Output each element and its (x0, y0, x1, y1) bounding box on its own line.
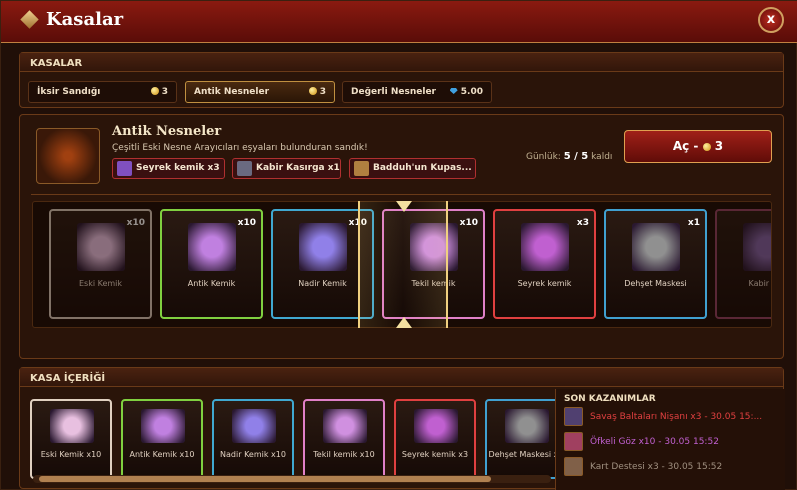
tab-price: 3 (161, 87, 168, 97)
coin-icon (150, 87, 159, 95)
item-icon (323, 409, 367, 443)
tab-price: 3 (319, 87, 326, 97)
recent-wins-panel: SON KAZANIMLAR Savaş Baltaları Nişanı x3… (555, 389, 785, 490)
preview-item[interactable]: Kabir Kasırga x1 (232, 158, 341, 179)
reward-icon (564, 432, 583, 451)
recent-win-text: Savaş Baltaları Nişanı x3 - 30.05 15:... (590, 412, 763, 422)
marker-bottom-icon (396, 317, 412, 328)
horizontal-scrollbar[interactable] (33, 475, 551, 483)
daily-suffix: kaldı (591, 152, 613, 162)
content-header: KASA İÇERİĞİ (20, 368, 783, 387)
close-button[interactable]: x (758, 7, 784, 33)
gem-icon (449, 88, 458, 94)
item-name: Eski Kemik x10 (40, 450, 102, 459)
tab-degerli-nesneler[interactable]: Değerli Nesneler 5.00 (342, 81, 492, 103)
reward-icon (564, 457, 583, 476)
item-icon (299, 223, 347, 271)
item-icon (188, 223, 236, 271)
item-quantity: x10 (237, 218, 256, 228)
item-name: Tekil kemik x10 (313, 450, 375, 459)
chest-name: Antik Nesneler (112, 124, 222, 139)
creature-icon (237, 161, 252, 176)
item-icon (505, 409, 549, 443)
daily-limit: Günlük: 5 / 5 kaldı (526, 151, 612, 162)
item-name: Nadir Kemik x10 (220, 450, 286, 459)
tab-label: Antik Nesneler (194, 87, 270, 97)
diamond-icon (20, 10, 39, 29)
chest-description: Çeşitli Eski Nesne Arayıcıları eşyaları … (112, 143, 368, 153)
item-icon (232, 409, 276, 443)
item-icon (414, 409, 458, 443)
tab-iksir-sandigi[interactable]: İksir Sandığı 3 (28, 81, 177, 103)
content-item[interactable]: Antik Kemik x10 (121, 399, 203, 479)
marker-top-icon (396, 201, 412, 212)
reel-card: x10 Eski Kemik (49, 209, 152, 319)
daily-label: Günlük: (526, 152, 561, 162)
reel-card: x10 Antik Kemik (160, 209, 263, 319)
open-price: 3 (714, 139, 724, 153)
tab-label: Değerli Nesneler (351, 87, 436, 97)
window-title: Kasalar (46, 9, 124, 30)
open-button[interactable]: Aç - 3 (624, 130, 772, 163)
item-quantity: x3 (576, 218, 589, 228)
reel-card: Kabir K... (715, 209, 771, 319)
recent-wins-title: SON KAZANIMLAR (564, 394, 656, 404)
open-label: Aç - (672, 139, 699, 153)
title-bar[interactable]: Kasalar x (1, 1, 797, 43)
item-name: Dehşet Maskesi x1 (488, 450, 564, 459)
recent-win-text: Öfkeli Göz x10 - 30.05 15:52 (590, 437, 719, 447)
item-icon (77, 223, 125, 271)
item-quantity: x10 (459, 218, 478, 228)
content-item[interactable]: Eski Kemik x10 (30, 399, 112, 479)
coin-icon (702, 143, 711, 151)
daily-value: 5 / 5 (563, 151, 589, 162)
chest-icon (36, 128, 100, 184)
cup-icon (354, 161, 369, 176)
content-item[interactable]: Tekil kemik x10 (303, 399, 385, 479)
item-name: Kabir K... (748, 279, 771, 288)
bone-icon (117, 161, 132, 176)
recent-win-text: Kart Destesi x3 - 30.05 15:52 (590, 462, 723, 472)
reel-selector (358, 201, 448, 328)
item-name: Dehşet Maskesi (624, 279, 687, 288)
chests-window: Kasalar x KASALAR İksir Sandığı 3 Antik … (0, 0, 797, 490)
item-icon (141, 409, 185, 443)
reel-card: x3 Seyrek kemik (493, 209, 596, 319)
item-icon (50, 409, 94, 443)
item-quantity: x1 (687, 218, 700, 228)
item-name: Antik Kemik x10 (129, 450, 195, 459)
divider (31, 194, 771, 195)
preview-label: Seyrek kemik x3 (136, 163, 220, 173)
item-quantity: x10 (126, 218, 145, 228)
content-item[interactable]: Seyrek kemik x3 (394, 399, 476, 479)
preview-item[interactable]: Seyrek kemik x3 (112, 158, 225, 179)
item-name: Antik Kemik (187, 279, 236, 288)
item-icon (743, 223, 771, 271)
tab-antik-nesneler[interactable]: Antik Nesneler 3 (185, 81, 335, 103)
item-name: Seyrek kemik x3 (401, 450, 469, 459)
coin-icon (308, 87, 317, 95)
item-icon (521, 223, 569, 271)
reward-icon (564, 407, 583, 426)
scroll-thumb[interactable] (39, 476, 491, 482)
preview-label: Kabir Kasırga x1 (256, 163, 340, 173)
content-item[interactable]: Nadir Kemik x10 (212, 399, 294, 479)
item-icon (632, 223, 680, 271)
chests-header: KASALAR (20, 53, 783, 72)
tab-label: İksir Sandığı (37, 87, 101, 97)
preview-item[interactable]: Badduh'un Kupas... (349, 158, 476, 179)
preview-label: Badduh'un Kupas... (373, 163, 472, 173)
item-name: Eski Kemik (78, 279, 123, 288)
reel-card: x1 Dehşet Maskesi (604, 209, 707, 319)
item-name: Seyrek kemik (517, 279, 572, 288)
tab-price: 5.00 (460, 87, 483, 97)
